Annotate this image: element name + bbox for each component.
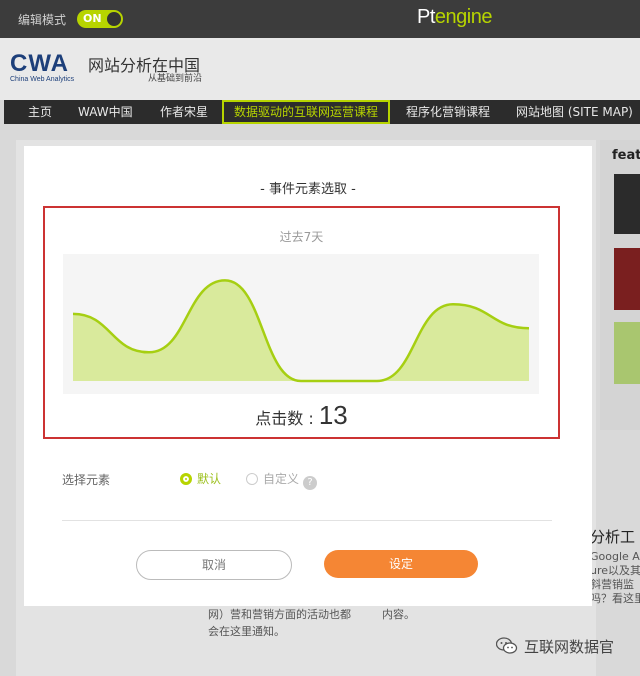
radio-custom-label: 自定义 (263, 472, 300, 486)
site-slogan: 从基础到前沿 (148, 74, 203, 84)
event-element-dialog: - 事件元素选取 - 过去7天 点击数 : 13 选择元素 默认 自定义? 取消… (24, 146, 592, 606)
nav-item-author[interactable]: 作者宋星 (160, 100, 208, 124)
body-text-fragment: 内容。 (382, 608, 415, 621)
radio-default-dot (180, 473, 192, 485)
radio-custom-dot (246, 473, 258, 485)
brand-suffix: engine (434, 6, 493, 28)
feature-thumbnail[interactable] (614, 248, 640, 310)
body-text-line: 会在这里通知。 (208, 625, 285, 638)
body-text-line: 网）营和营销方面的活动也都 (208, 608, 351, 621)
feature-thumbnail[interactable] (614, 174, 640, 234)
sidebar-heading: 分析工 (590, 528, 636, 546)
cwa-logo-subtitle: China Web Analytics (10, 76, 75, 83)
sidebar-line: ure以及其 (590, 564, 640, 577)
edit-mode-label: 编辑模式 (18, 13, 67, 27)
nav-item-data-course[interactable]: 数据驱动的互联网运营课程 (222, 100, 391, 124)
main-nav: 主页 WAW中国 作者宋星 数据驱动的互联网运营课程 程序化营销课程 网站地图 … (4, 100, 640, 124)
top-toolbar: 编辑模式 ON Ptengine (0, 0, 640, 38)
click-chart-panel: 过去7天 点击数 : 13 (43, 206, 560, 439)
nav-item-home[interactable]: 主页 (28, 100, 52, 124)
cancel-button[interactable]: 取消 (136, 550, 292, 580)
radio-default-label: 默认 (197, 472, 222, 486)
sidebar-line: Google A (590, 550, 640, 563)
radio-custom[interactable]: 自定义? (246, 470, 318, 490)
click-count-value: 13 (318, 400, 348, 430)
site-header: CWA China Web Analytics 网站分析在中国 从基础到前沿 (0, 38, 640, 100)
edit-mode-toggle[interactable]: ON (77, 10, 123, 28)
period-label: 过去7天 (279, 230, 324, 244)
sidebar-line[interactable]: 吗？看这里！ (590, 592, 640, 606)
dialog-divider (62, 520, 552, 521)
cwa-logo[interactable]: CWA (10, 50, 69, 78)
ptengine-logo: Ptengine (417, 6, 492, 29)
confirm-button[interactable]: 设定 (324, 550, 478, 578)
feature-heading: featu (612, 148, 640, 163)
nav-item-sitemap[interactable]: 网站地图 (SITE MAP) (516, 100, 633, 124)
dialog-title: - 事件元素选取 - (260, 182, 356, 197)
click-trend-chart (63, 254, 539, 394)
sidebar-line: 斜营销监 (590, 578, 634, 591)
select-element-label: 选择元素 (62, 473, 111, 487)
feature-thumbnail[interactable] (614, 322, 640, 384)
radio-default[interactable]: 默认 (180, 470, 221, 487)
wechat-icon (496, 637, 518, 654)
toggle-knob (107, 12, 121, 26)
toggle-state-text: ON (83, 12, 102, 25)
brand-prefix: Pt (417, 6, 435, 28)
wechat-watermark: 互联网数据官 (496, 636, 614, 657)
body-text: 网）营和营销方面的活动也都 会在这里通知。 (208, 606, 351, 640)
nav-item-marketing-course[interactable]: 程序化营销课程 (406, 100, 490, 124)
click-count-label: 点击数 : (255, 409, 319, 428)
nav-item-waw[interactable]: WAW中国 (78, 100, 133, 124)
click-count: 点击数 : 13 (45, 400, 558, 431)
sidebar-text: Google A ure以及其 斜营销监 吗？看这里！ (590, 550, 640, 606)
watermark-text: 互联网数据官 (524, 638, 615, 656)
help-icon[interactable]: ? (303, 476, 318, 490)
